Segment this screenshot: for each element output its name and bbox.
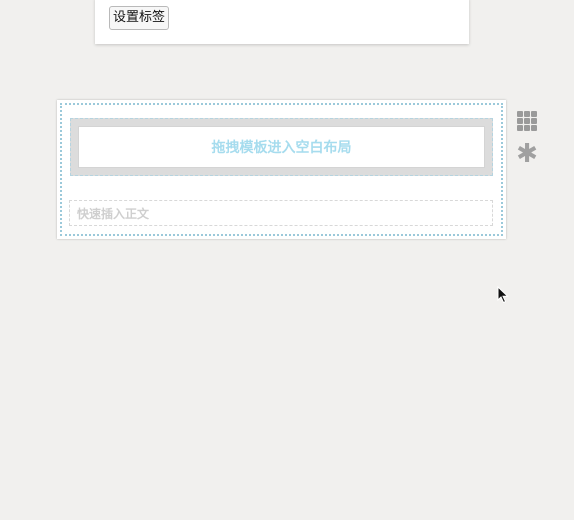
grid-dot [524, 111, 530, 117]
top-panel: 设置标签 [95, 0, 469, 44]
grid-dot [517, 111, 523, 117]
template-drop-zone[interactable]: 拖拽模板进入空白布局 [70, 118, 493, 176]
grid-dot [531, 118, 537, 124]
grid-dot [517, 118, 523, 124]
drop-zone-inner[interactable]: 拖拽模板进入空白布局 [78, 126, 485, 168]
grid-dot [531, 125, 537, 131]
grid-dot [524, 125, 530, 131]
drop-zone-label: 拖拽模板进入空白布局 [211, 140, 352, 156]
quick-insert-body-field[interactable]: 快速插入正文 [69, 200, 493, 226]
grid-icon[interactable] [517, 111, 537, 131]
layout-card[interactable]: 拖拽模板进入空白布局 快速插入正文 [57, 100, 506, 239]
set-tag-button[interactable]: 设置标签 [109, 6, 170, 30]
grid-dot [524, 118, 530, 124]
grid-dot [517, 125, 523, 131]
mouse-cursor-icon [497, 286, 509, 304]
asterisk-icon[interactable]: ✱ [516, 141, 538, 167]
grid-dot [531, 111, 537, 117]
quick-insert-label: 快速插入正文 [77, 207, 150, 221]
